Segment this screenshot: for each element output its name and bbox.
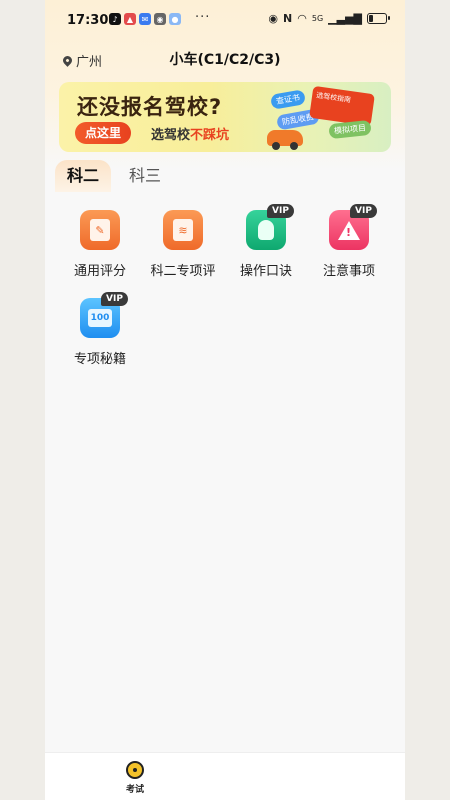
grid-item-label: 专项秘籍 [73,352,126,367]
banner-subtitle-highlight: 不踩坑 [190,128,230,143]
banner-tag-certificate: 查证书 [269,89,307,110]
book-icon-text: 100 [88,309,112,327]
app-header: 广州 小车(C1/C2/C3) [45,44,405,74]
steering-wheel-icon [126,761,144,779]
system-icons: ◉ N ◠ 5G ▁▃▅▇ [268,12,390,25]
notification-icons: ♪ ▲ ✉ ◉ ● [109,13,181,25]
car-type-selector[interactable]: 小车(C1/C2/C3) [45,49,405,69]
vip-badge: VIP [101,292,128,306]
nav-item-exam[interactable]: 考试 [113,761,157,797]
status-bar: 17:30 ♪ ▲ ✉ ◉ ● ··· ◉ N ◠ 5G ▁▃▅▇ [45,0,405,40]
tab-subject-three[interactable]: 科三 [121,160,169,192]
grid-item-special-secrets[interactable]: 100 VIP 专项秘籍 [59,292,141,372]
driving-school-banner[interactable]: 还没报名驾校? 点这里 选驾校不踩坑 查证书 防乱收费 选驾校指南 模拟项目 [59,82,391,152]
bottom-nav: 考试 [45,752,405,800]
mail-app-icon: ✉ [139,13,151,25]
grid-item-label: 操作口诀 [239,264,292,279]
chat-app-icon: ● [169,13,181,25]
vip-badge: VIP [267,204,294,218]
boat-app-icon: ▲ [124,13,136,25]
more-notifications-icon: ··· [195,10,211,25]
grid-item-precautions[interactable]: ! VIP 注意事项 [308,204,390,284]
grid-item-label: 注意事项 [322,264,375,279]
layers-doc-icon: ≋ [163,210,203,250]
banner-subtitle: 选驾校不踩坑 [151,124,229,143]
car-illustration-icon [267,130,303,150]
banner-button[interactable]: 点这里 [75,122,132,144]
tiktok-icon: ♪ [109,13,121,25]
battery-icon [367,13,390,24]
tab-subject-two[interactable]: 科二 [55,160,111,192]
banner-tag-simulation: 模拟项目 [328,119,372,140]
nav-label-exam: 考试 [125,785,144,795]
subject-tabs: 科二 科三 [55,160,395,192]
vip-badge: VIP [350,204,377,218]
grid-item-subject-two-scoring[interactable]: ≋ 科二专项评 [142,208,224,284]
banner-subtitle-prefix: 选驾校 [151,128,191,143]
grid-item-label: 科二专项评 [150,264,216,279]
grid-item-label: 通用评分 [73,264,126,279]
signal-icon: ▁▃▅▇ [328,12,362,25]
nfc-icon: N [283,12,293,25]
status-time: 17:30 [67,13,109,28]
app-screen: 17:30 ♪ ▲ ✉ ◉ ● ··· ◉ N ◠ 5G ▁▃▅▇ 广州 小车(… [45,0,405,800]
eye-icon: ◉ [268,12,279,25]
banner-title: 还没报名驾校? [77,95,223,119]
score-doc-icon: ✎ [80,210,120,250]
grid-item-operation-tips[interactable]: VIP 操作口诀 [225,204,307,284]
grid-item-general-scoring[interactable]: ✎ 通用评分 [59,208,141,284]
wifi-icon: ◠ [297,12,307,25]
location-app-icon: ◉ [154,13,166,25]
network-type-icon: 5G [311,14,324,23]
